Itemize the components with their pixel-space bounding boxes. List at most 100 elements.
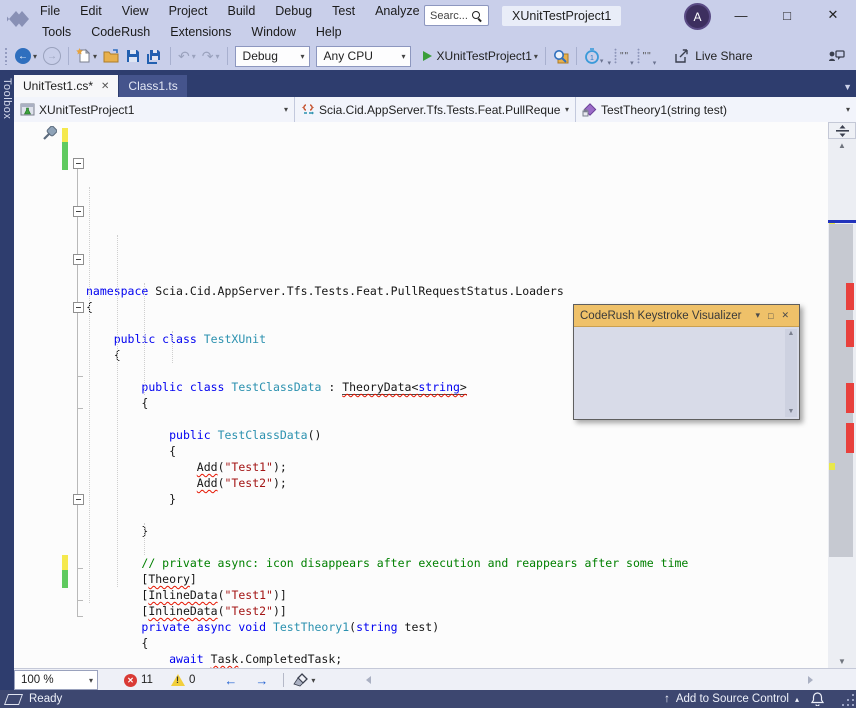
- menu-tools[interactable]: Tools: [32, 25, 81, 39]
- test-project-icon: [20, 103, 35, 116]
- menu-edit[interactable]: Edit: [70, 4, 112, 18]
- scroll-down-icon[interactable]: ▼: [828, 655, 856, 668]
- type-dropdown[interactable]: Scia.Cid.AppServer.Tfs.Tests.Feat.PullRe…: [295, 97, 576, 122]
- account-avatar[interactable]: A: [684, 3, 711, 30]
- fold-toggle[interactable]: [73, 206, 84, 217]
- tab-unittest1.cs-[interactable]: UnitTest1.cs*✕: [14, 75, 118, 97]
- navigate-backward-icon[interactable]: ←: [215, 673, 246, 688]
- start-debugging-button[interactable]: XUnitTestProject1 ▾: [414, 44, 541, 68]
- toolbar-overflow-icon[interactable]: ▾: [653, 59, 657, 67]
- code-line[interactable]: // private async: icon disappears after …: [86, 555, 828, 571]
- new-file-button[interactable]: ▾: [73, 44, 100, 68]
- popup-close-icon[interactable]: ✕: [777, 310, 793, 321]
- resize-grip[interactable]: [840, 690, 856, 708]
- minimize-button[interactable]: —: [718, 0, 764, 30]
- tab-strip: UnitTest1.cs*✕Class1.ts: [14, 74, 188, 97]
- popup-menu-icon[interactable]: ▾: [751, 310, 764, 321]
- code-line[interactable]: [InlineData("Test2")]: [86, 603, 828, 619]
- redo-button[interactable]: ↷ ▾: [199, 44, 223, 68]
- menu-project[interactable]: Project: [159, 4, 218, 18]
- undo-icon: ↶: [178, 49, 190, 63]
- fold-toggle[interactable]: [73, 158, 84, 169]
- code-line[interactable]: private async void TestTheory1(string te…: [86, 619, 828, 635]
- zoom-combo[interactable]: 100 %▾: [14, 670, 98, 690]
- send-feedback-button[interactable]: [825, 44, 848, 68]
- add-to-source-control-button[interactable]: ↑ Add to Source Control ▴: [658, 690, 805, 708]
- navigate-forward-icon[interactable]: →: [246, 673, 277, 688]
- code-line[interactable]: }: [86, 491, 828, 507]
- warning-count[interactable]: 0: [189, 674, 195, 686]
- editor-splitter-handle[interactable]: [828, 122, 856, 139]
- menu-extensions[interactable]: Extensions: [160, 25, 241, 39]
- code-line[interactable]: Add("Test2");: [86, 475, 828, 491]
- live-share-button[interactable]: Live Share: [671, 44, 755, 68]
- vertical-scrollbar[interactable]: ▲ ▼: [828, 139, 856, 668]
- search-icon: [472, 11, 482, 21]
- solution-platform-combo[interactable]: Any CPU▾: [316, 46, 411, 67]
- toolbar-drag-grip[interactable]: [637, 48, 640, 64]
- code-line[interactable]: [86, 507, 828, 523]
- popup-scrollbar[interactable]: ▲ ▼: [785, 329, 797, 417]
- menu-build[interactable]: Build: [217, 4, 265, 18]
- search-input[interactable]: [425, 10, 472, 22]
- solution-configuration-combo[interactable]: Debug▾: [235, 46, 310, 67]
- tab-close-icon[interactable]: ✕: [101, 81, 109, 92]
- toolbar-drag-grip[interactable]: [614, 48, 617, 64]
- performance-profiler-button[interactable]: 1 ▾: [581, 44, 608, 68]
- error-count[interactable]: 11: [141, 674, 153, 686]
- navigate-forward-button[interactable]: →: [40, 44, 64, 68]
- code-line[interactable]: [InlineData("Test1")]: [86, 587, 828, 603]
- error-mark: [846, 423, 854, 453]
- save-button[interactable]: [123, 44, 143, 68]
- member-dropdown[interactable]: TestTheory1(string test) ▾: [576, 97, 856, 122]
- tab-class1.ts[interactable]: Class1.ts: [119, 75, 186, 97]
- menu-window[interactable]: Window: [241, 25, 305, 39]
- code-line[interactable]: namespace Scia.Cid.AppServer.Tfs.Tests.F…: [86, 283, 828, 299]
- code-line[interactable]: Add("Test1");: [86, 459, 828, 475]
- scroll-up-icon[interactable]: ▲: [785, 329, 797, 339]
- hscroll-left-icon[interactable]: [366, 676, 371, 684]
- menu-file[interactable]: File: [30, 4, 70, 18]
- fold-toggle[interactable]: [73, 302, 84, 313]
- code-line[interactable]: public TestClassData(): [86, 427, 828, 443]
- code-line[interactable]: }: [86, 523, 828, 539]
- hscroll-right-icon[interactable]: [808, 676, 813, 684]
- scroll-down-icon[interactable]: ▼: [785, 407, 797, 417]
- document-overflow-icon[interactable]: ▼: [843, 82, 852, 92]
- popup-content: ▲ ▼: [574, 327, 799, 419]
- menu-test[interactable]: Test: [322, 4, 365, 18]
- code-line[interactable]: {: [86, 443, 828, 459]
- fold-toggle[interactable]: [73, 494, 84, 505]
- notifications-button[interactable]: [805, 690, 830, 708]
- code-line[interactable]: {: [86, 635, 828, 651]
- code-cleanup-button[interactable]: ▾: [290, 668, 318, 692]
- toolbar-overflow-icon[interactable]: ▾: [607, 59, 611, 67]
- close-button[interactable]: ✕: [810, 0, 856, 30]
- quick-search-box[interactable]: [424, 5, 489, 26]
- maximize-button[interactable]: □: [764, 0, 810, 30]
- open-file-button[interactable]: [100, 44, 123, 68]
- navigate-back-button[interactable]: ← ▾: [12, 44, 40, 68]
- toolbar-drag-grip[interactable]: [4, 47, 8, 65]
- coderush-marker-icon[interactable]: [42, 126, 57, 141]
- code-line[interactable]: await Task.CompletedTask;: [86, 651, 828, 667]
- undo-button[interactable]: ↶ ▾: [175, 44, 199, 68]
- find-in-files-button[interactable]: [550, 44, 572, 68]
- popup-title-bar[interactable]: CodeRush Keystroke Visualizer ▾ □ ✕: [574, 305, 799, 327]
- fold-toggle[interactable]: [73, 254, 84, 265]
- background-tasks-icon[interactable]: [4, 694, 23, 705]
- change-bar-saved: [62, 128, 68, 142]
- toolbar-overflow-icon[interactable]: ▾: [630, 59, 634, 67]
- project-dropdown[interactable]: XUnitTestProject1 ▾: [14, 97, 295, 122]
- menu-help[interactable]: Help: [306, 25, 352, 39]
- code-line[interactable]: [Theory]: [86, 571, 828, 587]
- menu-analyze[interactable]: Analyze: [365, 4, 429, 18]
- menu-coderush[interactable]: CodeRush: [81, 25, 160, 39]
- code-line[interactable]: [86, 539, 828, 555]
- save-all-button[interactable]: [143, 44, 166, 68]
- toolbox-panel-tab[interactable]: Toolbox: [0, 70, 14, 690]
- scroll-up-icon[interactable]: ▲: [828, 139, 856, 152]
- popup-float-icon[interactable]: □: [764, 311, 777, 321]
- menu-debug[interactable]: Debug: [265, 4, 322, 18]
- menu-view[interactable]: View: [112, 4, 159, 18]
